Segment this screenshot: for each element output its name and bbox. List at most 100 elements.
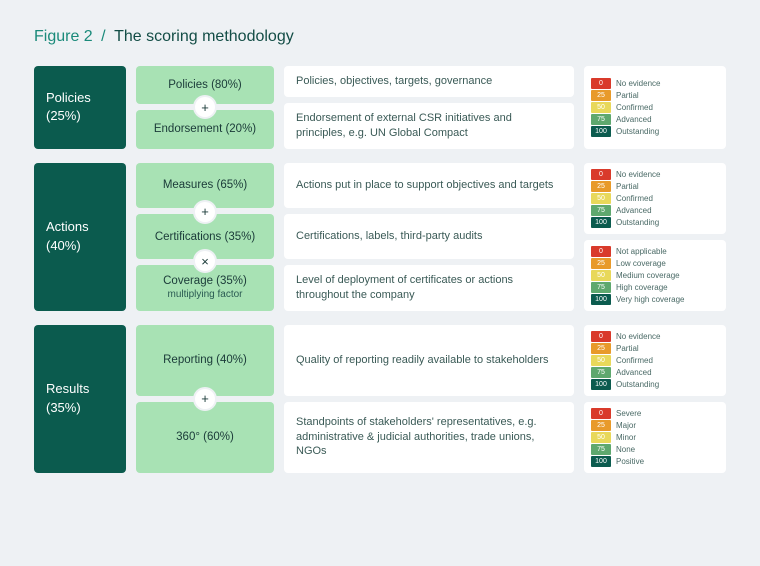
description: Level of deployment of certificates or a…: [284, 265, 574, 311]
pillar-name: Results: [46, 380, 114, 398]
scale-row: 0Not applicable: [591, 246, 719, 257]
component-label: Reporting (40%): [163, 354, 247, 366]
scale-score: 100: [591, 217, 611, 228]
scale-score: 100: [591, 456, 611, 467]
scale-360: 0 Severe 25Major50 Minor 75 None 100Positive: [584, 402, 726, 473]
component-label: Coverage (35%): [163, 275, 247, 287]
scale-score: 50: [591, 193, 611, 204]
scale-score: 100: [591, 126, 611, 137]
figure-label: Figure 2: [34, 28, 93, 45]
scale-row: 75 None: [591, 444, 719, 455]
scale-label: Confirmed: [616, 356, 653, 365]
scale-row: 25Major: [591, 420, 719, 431]
scale-label: Advanced: [616, 206, 652, 215]
scale-score: 75: [591, 282, 611, 293]
scale-evidence: 0 No evidence 25 Partial 50 Confirmed 75 Advanc…: [584, 163, 726, 234]
scale-row: 100Outstanding: [591, 379, 719, 390]
scale-score: 0: [591, 331, 611, 342]
scale-score: 100: [591, 294, 611, 305]
scale-label: Very high coverage: [616, 295, 685, 304]
figure-title-text: The scoring methodology: [114, 28, 294, 45]
component-label: Measures (65%): [163, 179, 247, 191]
scale-score: 75: [591, 367, 611, 378]
pillar: Results(35%): [34, 325, 126, 473]
component-label: 360° (60%): [176, 431, 234, 443]
descriptions-column: Quality of reporting readily available t…: [284, 325, 574, 473]
pillar-weight: (35%): [46, 399, 114, 417]
scale-score: 50: [591, 270, 611, 281]
component: Reporting (40%): [136, 325, 274, 396]
scale-label: Partial: [616, 91, 639, 100]
component-label: Endorsement (20%): [154, 123, 256, 135]
description: Standpoints of stakeholders' representat…: [284, 402, 574, 473]
scale-row: 0No evidence: [591, 78, 719, 89]
scale-row: 0 No evidence: [591, 169, 719, 180]
scale-score: 25: [591, 181, 611, 192]
scale-label: Partial: [616, 344, 639, 353]
scale-label: High coverage: [616, 283, 668, 292]
scale-label: Outstanding: [616, 218, 659, 227]
components-column: Reporting (40%)360° (60%)+: [136, 325, 274, 473]
description: Policies, objectives, targets, governanc…: [284, 66, 574, 97]
pillar-weight: (25%): [46, 107, 114, 125]
pillar-name: Actions: [46, 218, 114, 236]
scale-label: No evidence: [616, 79, 660, 88]
scale-row: 25Partial: [591, 90, 719, 101]
description: Actions put in place to support objectiv…: [284, 163, 574, 208]
scale-row: 75 High coverage: [591, 282, 719, 293]
scale-label: Low coverage: [616, 259, 666, 268]
descriptions-column: Policies, objectives, targets, governanc…: [284, 66, 574, 149]
pillar-name: Policies: [46, 89, 114, 107]
scale-score: 25: [591, 420, 611, 431]
scale-row: 100Positive: [591, 456, 719, 467]
scale-row: 50Medium coverage: [591, 270, 719, 281]
scale-score: 75: [591, 205, 611, 216]
scale-score: 0: [591, 169, 611, 180]
scale-label: No evidence: [616, 170, 660, 179]
pillar: Actions(40%): [34, 163, 126, 311]
descriptions-column: Actions put in place to support objectiv…: [284, 163, 574, 311]
scales-column: 0 No evidence 25 Partial 50 Confirmed 75 Advanc…: [584, 163, 726, 311]
section-actions: Actions(40%) Measures (65%) Certifications…: [34, 163, 726, 311]
scale-row: 100 Outstanding: [591, 217, 719, 228]
pillar: Policies(25%): [34, 66, 126, 149]
scale-score: 50: [591, 102, 611, 113]
scale-score: 50: [591, 432, 611, 443]
scale-score: 50: [591, 355, 611, 366]
scale-score: 0: [591, 408, 611, 419]
scale-label: Severe: [616, 409, 641, 418]
scale-label: Advanced: [616, 368, 652, 377]
section-results: Results(35%)Reporting (40%)360° (60%)+Qu…: [34, 325, 726, 473]
component: 360° (60%): [136, 402, 274, 473]
scale-row: 25 Partial: [591, 343, 719, 354]
component-sublabel: multiplying factor: [167, 289, 242, 300]
description: Certifications, labels, third-party audi…: [284, 214, 574, 259]
scale-label: Confirmed: [616, 194, 653, 203]
scale-row: 25 Partial: [591, 181, 719, 192]
section-policies: Policies(25%)Policies (80%)Endorsement (…: [34, 66, 726, 149]
scale-label: None: [616, 445, 635, 454]
scale-coverage: 0Not applicable25Low coverage50Medium co…: [584, 240, 726, 311]
scales-column: 0 No evidence 25 Partial 50 Confirmed 75 Advanc…: [584, 325, 726, 473]
scale-evidence: 0 No evidence 25 Partial 50 Confirmed 75 Advanc…: [584, 325, 726, 396]
scale-row: 50 Confirmed: [591, 193, 719, 204]
scale-row: 75Advanced: [591, 114, 719, 125]
component-label: Certifications (35%): [155, 231, 255, 243]
scale-label: No evidence: [616, 332, 660, 341]
scale-row: 25Low coverage: [591, 258, 719, 269]
plus-icon: +: [195, 97, 215, 117]
times-icon: ×: [195, 251, 215, 271]
scale-row: 100 Very high coverage: [591, 294, 719, 305]
scale-label: Minor: [616, 433, 636, 442]
scale-score: 25: [591, 343, 611, 354]
scale-row: 50 Confirmed: [591, 102, 719, 113]
pillar-weight: (40%): [46, 237, 114, 255]
scale-row: 100 Outstanding: [591, 126, 719, 137]
scale-evidence: 0No evidence25Partial50 Confirmed 75Advanc…: [584, 66, 726, 149]
scale-score: 75: [591, 444, 611, 455]
scale-row: 0 Severe: [591, 408, 719, 419]
scale-label: Confirmed: [616, 103, 653, 112]
scale-label: Outstanding: [616, 127, 659, 136]
scale-label: Partial: [616, 182, 639, 191]
description: Endorsement of external CSR initiatives …: [284, 103, 574, 149]
